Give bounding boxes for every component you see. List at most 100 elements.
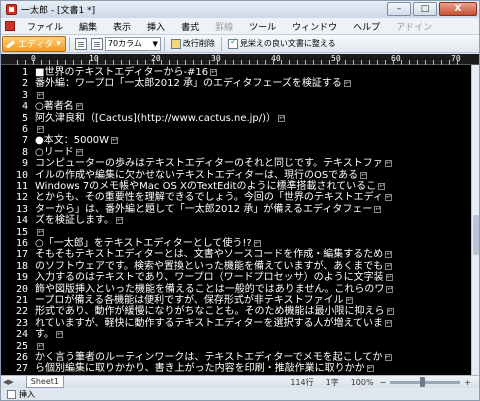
line-number: 22 — [15, 306, 28, 317]
vertical-scrollbar[interactable] — [471, 65, 479, 375]
sheet-nav-icon[interactable]: ◀▶ — [3, 378, 14, 386]
ruler-number: 20 — [151, 54, 161, 63]
sheet-tab[interactable]: Sheet1 — [25, 376, 64, 388]
input-mode-icon[interactable] — [7, 390, 16, 399]
return-mark-icon — [385, 260, 393, 272]
scrollbar-thumb[interactable] — [473, 215, 479, 255]
document-list-icon[interactable] — [74, 37, 87, 50]
text-line[interactable]: ズを検証します。 — [35, 214, 123, 227]
return-mark-icon — [384, 157, 392, 169]
ruler-number: 0 — [31, 54, 36, 63]
format-check-icon — [227, 37, 238, 49]
return-mark-icon — [37, 340, 44, 352]
menu-insert[interactable]: 挿入 — [139, 20, 173, 33]
text-line[interactable]: ○著者名 — [35, 100, 83, 113]
return-mark-icon — [56, 328, 63, 340]
ruler-number: 30 — [211, 54, 221, 63]
app-logo-icon — [6, 4, 17, 15]
editor-mode-button[interactable]: エディタ ▾ — [2, 35, 66, 52]
text-line-content: 形式であり、動作が緩慢になりがちなことも。そのため機能は最小限に抑えら — [35, 306, 385, 317]
maximize-button[interactable]: □ — [413, 2, 437, 16]
text-line-content: ズを検証します。 — [35, 215, 114, 226]
chevron-down-icon: ▾ — [56, 38, 61, 49]
return-mark-icon — [386, 305, 394, 317]
remove-line-breaks-button[interactable]: 改行削除 — [168, 38, 218, 49]
line-number: 7 — [21, 135, 28, 146]
text-line-content: す。 — [35, 329, 54, 340]
text-line[interactable]: れていますが、軽快に動作するテキストエディターを選択する人が増えていま — [35, 317, 392, 330]
format-document-label: 見栄えの良い文書に整える — [239, 39, 336, 48]
toolbar: エディタ ▾ 70カラム ▼ 改行削除 見栄えの良い文書に整える — [1, 35, 479, 53]
return-mark-icon — [75, 100, 83, 112]
columns-select[interactable]: 70カラム ▼ — [104, 36, 161, 51]
toolbar-divider — [68, 36, 70, 51]
return-mark-icon — [278, 112, 286, 124]
remove-line-breaks-label: 改行削除 — [182, 39, 215, 48]
line-number: 9 — [21, 158, 28, 169]
text-line-content: のソフトウェアです。検索や置換といった機能を備えていますが、あくまでも — [35, 261, 384, 272]
return-mark-icon — [366, 362, 374, 374]
line-position: 114行 — [290, 377, 314, 387]
zoom-in-icon[interactable]: + — [464, 378, 471, 387]
line-number: 17 — [15, 249, 28, 260]
editor-pane[interactable]: 1 2 3 4 5 6 7 8 9 10 11 12 13 14 15 16 17 18 19 20 21 22 23 24 2… — [1, 65, 471, 375]
menu-bar: ファイル 編集 表示 挿入 書式 罫線 ツール ウィンドウ ヘルプ アドイン — [1, 18, 479, 35]
text-line-content: 番外編：ワープロ「一太郎2012 承」のエディタフェーズを検証する — [35, 78, 342, 89]
text-line[interactable]: とからも、その重要性を理解できるでしょう。今回の「世界のテキストエディ — [35, 191, 392, 204]
text-area[interactable]: ■世界のテキストエディターから-#16番外編：ワープロ「一太郎2012 承」のエ… — [33, 65, 470, 375]
text-line[interactable]: コンピューターの歩みはテキストエディターのそれと同じです。テキストファ — [35, 157, 392, 170]
line-number: 2 — [21, 78, 28, 89]
menu-addin[interactable]: アドイン — [388, 20, 440, 33]
outline-icon[interactable] — [90, 37, 103, 50]
app-window: 一太郎 - [文書1 *] – □ X ファイル 編集 表示 挿入 書式 罫線 … — [0, 0, 480, 401]
text-line-content: Windows 7のメモ帳やMac OS XのTextEditのように標準搭載さ… — [35, 181, 377, 192]
text-line-content: 入力するのはテキストであり、ワープロ（ワードプロセッサ）のように文字装 — [35, 272, 384, 283]
bottom-bar: 挿入 — [1, 388, 479, 400]
text-line[interactable]: ら個別編集に取りかかり、書き上がった内容を印刷・推敲作業に取りかか — [35, 362, 374, 375]
return-mark-icon — [384, 191, 392, 203]
return-mark-icon — [37, 226, 44, 238]
columns-value: 70カラム — [107, 39, 142, 48]
ruler-number: 60 — [391, 54, 401, 63]
text-line[interactable]: 形式であり、動作が緩慢になりがちなことも。そのため機能は最小限に抑えら — [35, 305, 394, 318]
text-line-content: ■世界のテキストエディターから-#16 — [35, 67, 209, 78]
column-position: 1字 — [325, 377, 339, 387]
window-controls: – □ X — [387, 2, 477, 16]
ruler-number: 70 — [451, 54, 461, 63]
text-line-content: れていますが、軽快に動作するテキストエディターを選択する人が増えていま — [35, 318, 383, 329]
text-line[interactable]: 阿久津良和（[Cactus](http://www.cactus.ne.jp/)… — [35, 112, 286, 125]
minimize-button[interactable]: – — [387, 2, 411, 16]
text-line[interactable]: そもそもテキストエディターとは、文書やソースコードを作成・編集するため — [35, 248, 393, 261]
format-document-button[interactable]: 見栄えの良い文書に整える — [225, 37, 339, 49]
document-menu-icon[interactable] — [5, 21, 15, 31]
title-bar: 一太郎 - [文書1 *] – □ X — [1, 1, 479, 18]
menu-tools[interactable]: ツール — [241, 20, 284, 33]
line-number: 27 — [15, 363, 28, 374]
menu-ruled-lines[interactable]: 罫線 — [207, 20, 241, 33]
return-mark-icon — [37, 123, 44, 135]
toolbar-divider — [220, 36, 222, 51]
line-number: 24 — [15, 329, 28, 340]
menu-window[interactable]: ウィンドウ — [284, 20, 345, 33]
text-line-content: ○「一太郎」をテキストエディターとして使う!? — [35, 238, 252, 249]
ruler-number: 10 — [89, 54, 99, 63]
close-button[interactable]: X — [439, 2, 477, 16]
menu-file[interactable]: ファイル — [19, 20, 71, 33]
text-line-content: ○リード — [35, 147, 74, 158]
text-line-content: ープロが備える各機能は便利ですが、保存形式が非テキストファイル — [35, 295, 344, 306]
menu-edit[interactable]: 編集 — [71, 20, 105, 33]
zoom-slider-knob[interactable] — [420, 376, 426, 387]
return-mark-icon — [75, 146, 83, 158]
line-number: 12 — [15, 192, 28, 203]
menu-format[interactable]: 書式 — [173, 20, 207, 33]
zoom-slider[interactable] — [390, 376, 461, 387]
menu-help[interactable]: ヘルプ — [345, 20, 388, 33]
menu-view[interactable]: 表示 — [105, 20, 139, 33]
text-line[interactable]: 番外編：ワープロ「一太郎2012 承」のエディタフェーズを検証する — [35, 77, 351, 90]
chevron-down-icon: ▼ — [152, 39, 158, 48]
return-mark-icon — [360, 169, 368, 181]
text-line[interactable]: 入力するのはテキストであり、ワープロ（ワードプロセッサ）のように文字装 — [35, 271, 393, 284]
return-mark-icon — [343, 77, 351, 89]
zoom-out-icon[interactable]: − — [380, 378, 387, 387]
window-title: 一太郎 - [文書1 *] — [21, 6, 96, 16]
